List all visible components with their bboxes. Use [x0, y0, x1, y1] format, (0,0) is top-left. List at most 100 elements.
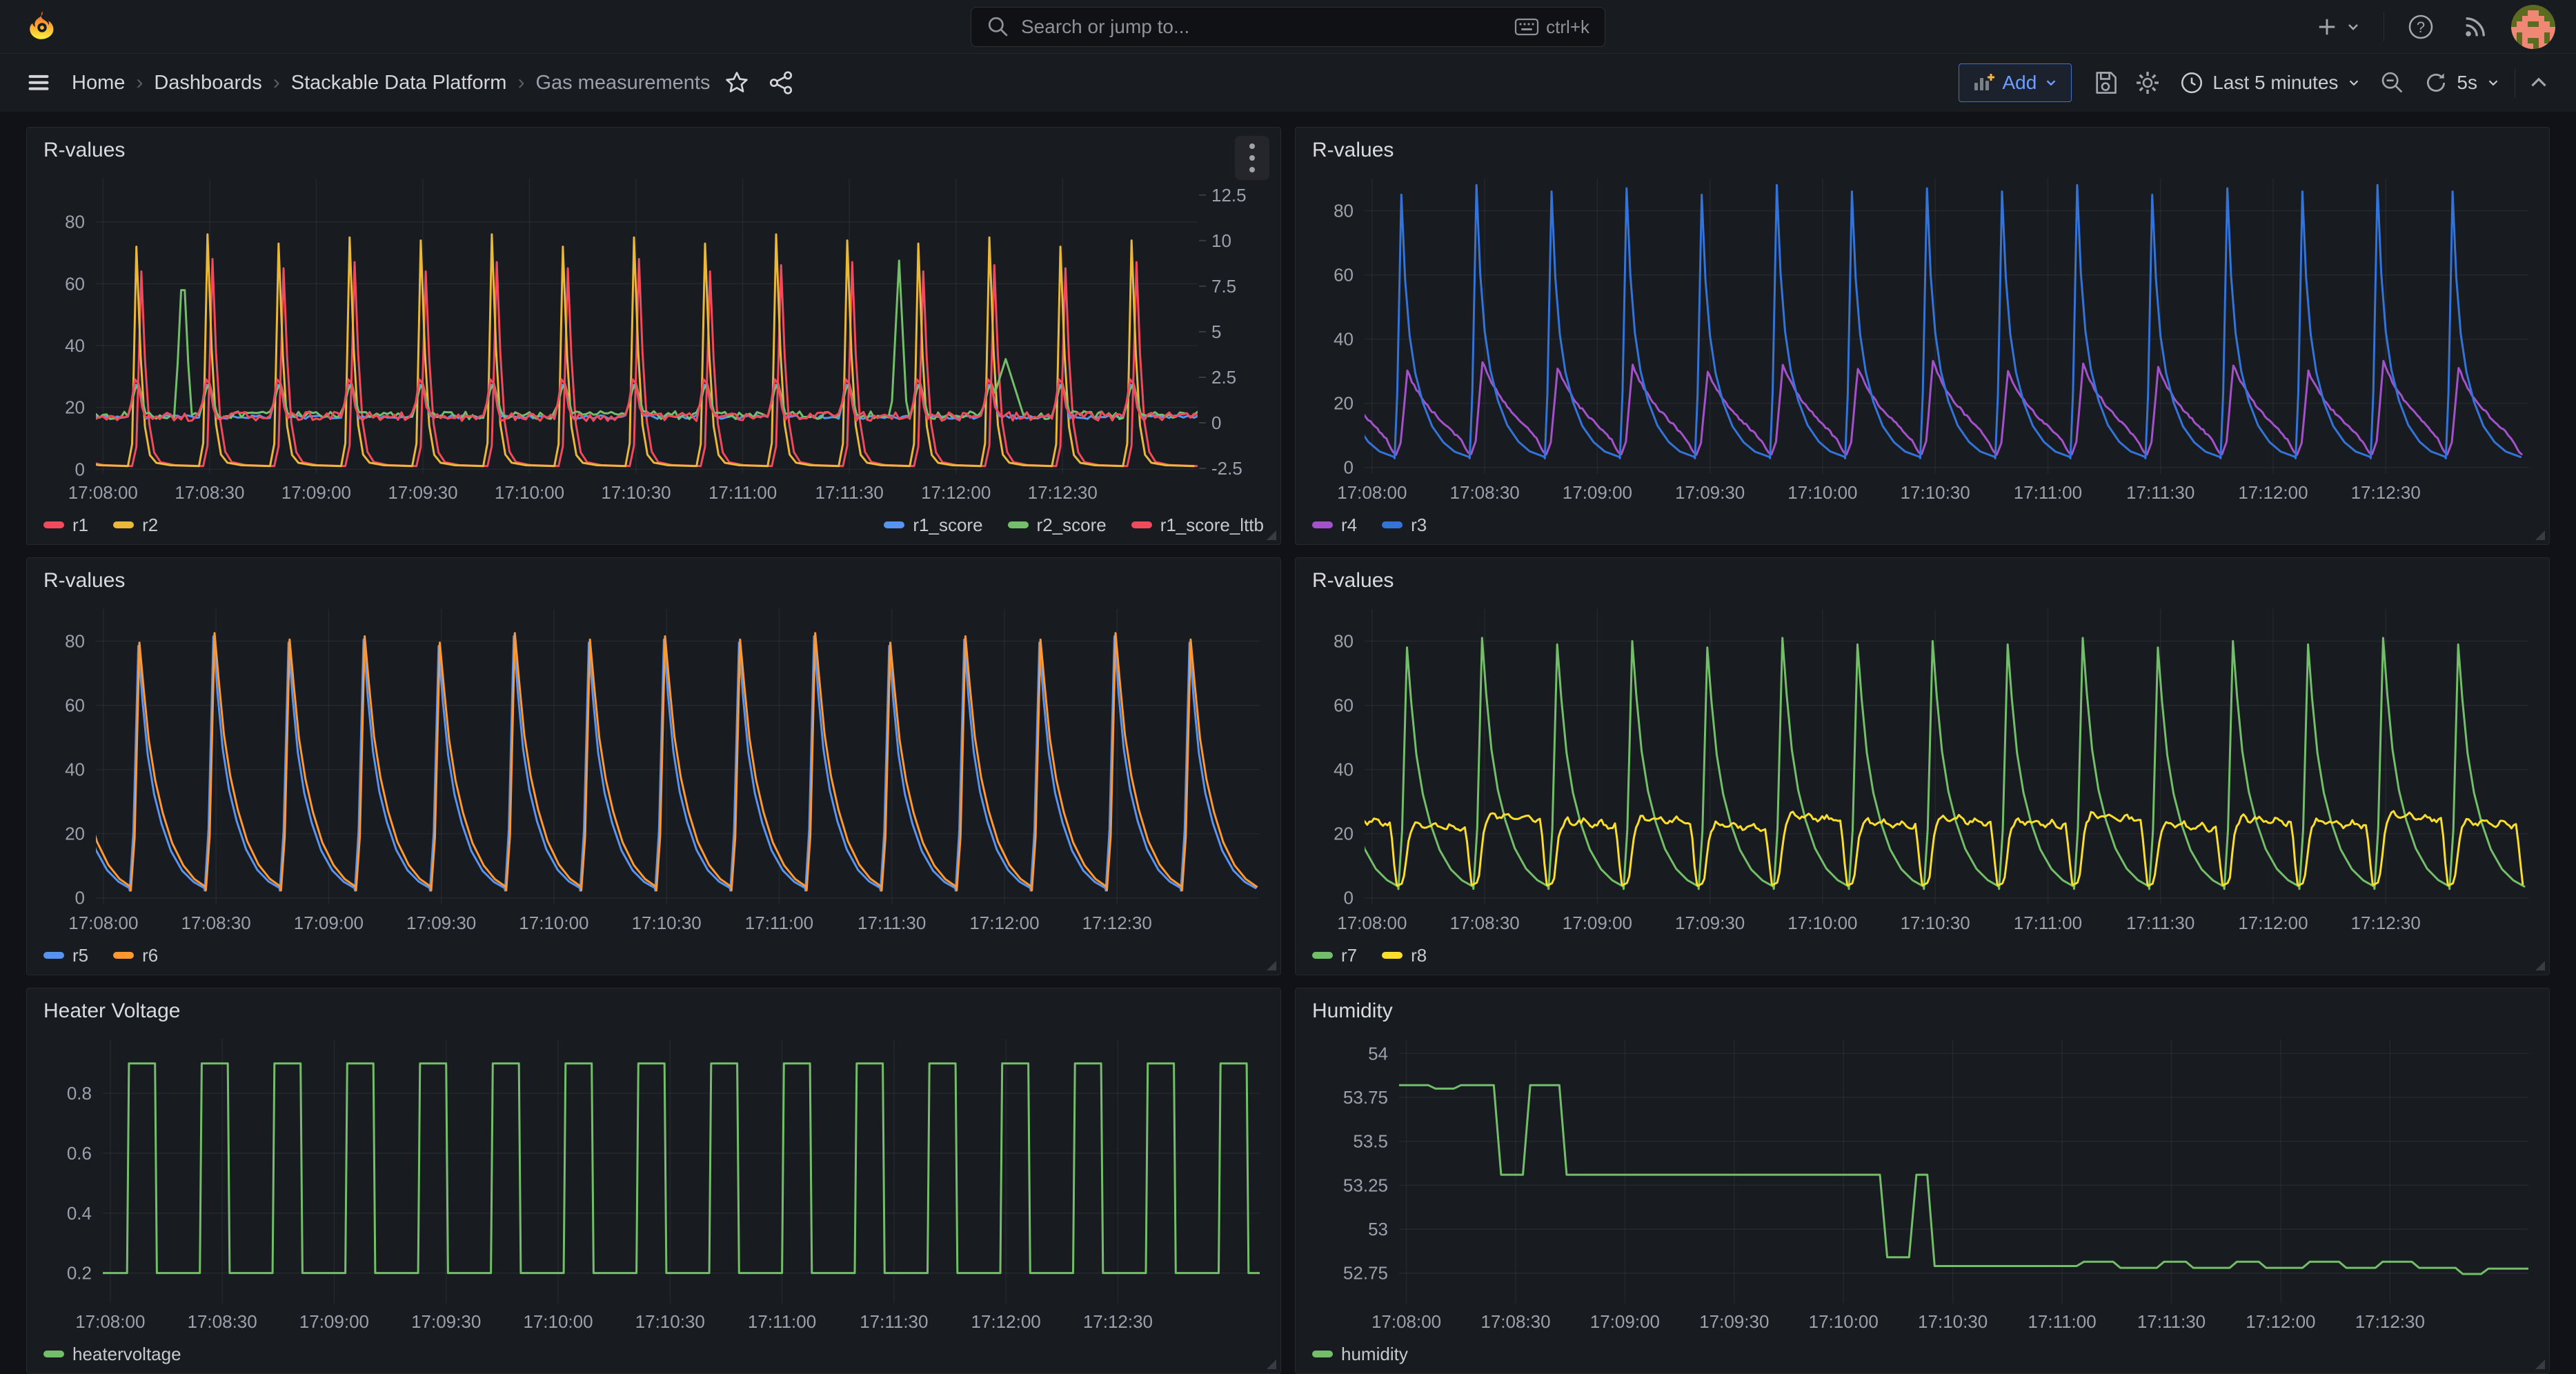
dashboard-settings-button[interactable]	[2130, 65, 2166, 101]
time-range-picker[interactable]: Last 5 minutes	[2172, 65, 2368, 101]
timeseries-chart[interactable]: 17:08:0017:08:3017:09:0017:09:3017:10:00…	[27, 601, 1280, 936]
svg-text:20: 20	[1334, 393, 1354, 414]
breadcrumb-separator: ›	[136, 71, 143, 94]
svg-text:17:11:00: 17:11:00	[748, 1311, 816, 1332]
topbar-right-actions: ?	[2310, 5, 2555, 49]
svg-text:17:08:00: 17:08:00	[1337, 913, 1407, 933]
legend-item[interactable]: r1_score_lttb	[1131, 515, 1264, 536]
refresh-icon	[2424, 70, 2448, 95]
svg-text:17:09:00: 17:09:00	[281, 482, 351, 503]
timeseries-chart[interactable]: 17:08:0017:08:3017:09:0017:09:3017:10:00…	[27, 1031, 1280, 1335]
chart-svg: 17:08:0017:08:3017:09:0017:09:3017:10:00…	[27, 170, 1280, 506]
legend-item[interactable]: r4	[1312, 515, 1357, 536]
legend-item[interactable]: r1_score	[884, 515, 982, 536]
panel-title[interactable]: R-values	[27, 558, 1280, 593]
panel-title[interactable]: R-values	[27, 128, 1280, 162]
timeseries-chart[interactable]: 17:08:0017:08:3017:09:0017:09:3017:10:00…	[27, 170, 1280, 506]
share-button[interactable]	[764, 66, 798, 100]
legend-label: r2_score	[1037, 515, 1107, 536]
svg-text:53.25: 53.25	[1343, 1175, 1388, 1195]
mega-menu-button[interactable]	[21, 65, 57, 101]
svg-text:17:10:30: 17:10:30	[601, 482, 671, 503]
breadcrumb-folder[interactable]: Stackable Data Platform	[291, 72, 507, 94]
legend-item[interactable]: heatervoltage	[43, 1344, 181, 1365]
help-button[interactable]: ?	[2402, 8, 2439, 46]
panel-title[interactable]: Heater Voltage	[27, 988, 1280, 1023]
svg-text:60: 60	[65, 273, 85, 294]
legend-item[interactable]: r8	[1382, 945, 1427, 966]
legend-swatch	[113, 521, 134, 528]
timeseries-chart[interactable]: 17:08:0017:08:3017:09:0017:09:3017:10:00…	[1296, 1031, 2549, 1335]
panel-title[interactable]: R-values	[1296, 558, 2549, 593]
add-panel-button[interactable]: Add	[1959, 63, 2072, 102]
svg-text:17:08:30: 17:08:30	[188, 1311, 257, 1332]
svg-text:60: 60	[1334, 265, 1354, 286]
news-button[interactable]	[2457, 9, 2493, 45]
legend-swatch	[1312, 952, 1333, 959]
legend-swatch	[1382, 952, 1403, 959]
series-r7	[1323, 638, 2524, 889]
svg-text:17:12:00: 17:12:00	[971, 1311, 1041, 1332]
svg-text:17:09:30: 17:09:30	[1699, 1311, 1769, 1332]
zoom-out-icon	[2379, 70, 2406, 96]
zoom-out-time-button[interactable]	[2375, 66, 2410, 100]
series-r6	[56, 633, 1257, 890]
top-navigation-bar: Search or jump to... ctrl+k	[0, 0, 2576, 54]
svg-text:17:12:00: 17:12:00	[2246, 1311, 2315, 1332]
panel-r-values-r3-r4: R-values 17:08:0017:08:3017:09:0017:09:3…	[1295, 127, 2550, 545]
timeseries-chart[interactable]: 17:08:0017:08:3017:09:0017:09:3017:10:00…	[1296, 601, 2549, 936]
svg-text:40: 40	[1334, 759, 1354, 780]
breadcrumb-separator: ›	[273, 71, 280, 94]
search-input[interactable]: Search or jump to... ctrl+k	[971, 7, 1605, 47]
legend-label: r4	[1341, 515, 1357, 536]
svg-text:17:12:00: 17:12:00	[2238, 482, 2308, 503]
svg-text:17:10:30: 17:10:30	[1901, 913, 1970, 933]
panel-r-values-scores: R-values 17:08:0017:08:3017:09:0017:09:3…	[26, 127, 1281, 545]
svg-text:17:09:00: 17:09:00	[1563, 913, 1632, 933]
svg-text:17:12:30: 17:12:30	[2351, 482, 2421, 503]
legend-item[interactable]: r2_score	[1008, 515, 1107, 536]
svg-text:-2.5: -2.5	[1211, 458, 1242, 479]
panel-title[interactable]: R-values	[1296, 128, 2549, 162]
timeseries-chart[interactable]: 17:08:0017:08:3017:09:0017:09:3017:10:00…	[1296, 170, 2549, 506]
svg-text:20: 20	[65, 824, 85, 844]
svg-text:80: 80	[65, 631, 85, 652]
legend-item[interactable]: r5	[43, 945, 88, 966]
breadcrumb-home[interactable]: Home	[72, 72, 125, 94]
svg-text:17:12:00: 17:12:00	[969, 913, 1039, 933]
svg-text:17:08:30: 17:08:30	[181, 913, 251, 933]
svg-text:17:12:30: 17:12:30	[1028, 482, 1098, 503]
breadcrumb-dashboards[interactable]: Dashboards	[154, 72, 261, 94]
legend-item[interactable]: r6	[113, 945, 158, 966]
legend-item[interactable]: r1	[43, 515, 88, 536]
svg-text:17:08:00: 17:08:00	[75, 1311, 145, 1332]
svg-text:17:11:00: 17:11:00	[2014, 482, 2082, 503]
panel-title[interactable]: Humidity	[1296, 988, 2549, 1023]
collapse-toolbar-button[interactable]	[2522, 66, 2555, 99]
legend-swatch	[1008, 521, 1029, 528]
chevron-down-icon	[2346, 75, 2361, 90]
new-menu-button[interactable]	[2310, 10, 2366, 43]
panel-humidity: Humidity 17:08:0017:08:3017:09:0017:09:3…	[1295, 988, 2550, 1374]
save-dashboard-button[interactable]	[2088, 66, 2123, 100]
svg-text:53: 53	[1368, 1219, 1388, 1239]
toolbar-right-actions: Add	[1959, 63, 2555, 102]
plus-icon	[2315, 14, 2339, 39]
grafana-logo[interactable]	[21, 10, 63, 44]
svg-text:5: 5	[1211, 321, 1221, 342]
svg-text:17:11:30: 17:11:30	[815, 482, 884, 503]
legend-item[interactable]: r2	[113, 515, 158, 536]
legend-item[interactable]: humidity	[1312, 1344, 1408, 1365]
favorite-star-button[interactable]	[720, 66, 754, 100]
refresh-picker[interactable]: 5s	[2417, 65, 2508, 101]
svg-text:0.6: 0.6	[67, 1143, 92, 1164]
search-icon	[987, 15, 1010, 39]
series-r2	[57, 235, 1193, 466]
user-avatar[interactable]	[2511, 5, 2555, 49]
svg-text:0.4: 0.4	[67, 1203, 92, 1224]
svg-text:?: ?	[2417, 19, 2425, 36]
legend-item[interactable]: r3	[1382, 515, 1427, 536]
legend-item[interactable]: r7	[1312, 945, 1357, 966]
svg-text:80: 80	[1334, 201, 1354, 221]
svg-text:80: 80	[65, 212, 85, 232]
